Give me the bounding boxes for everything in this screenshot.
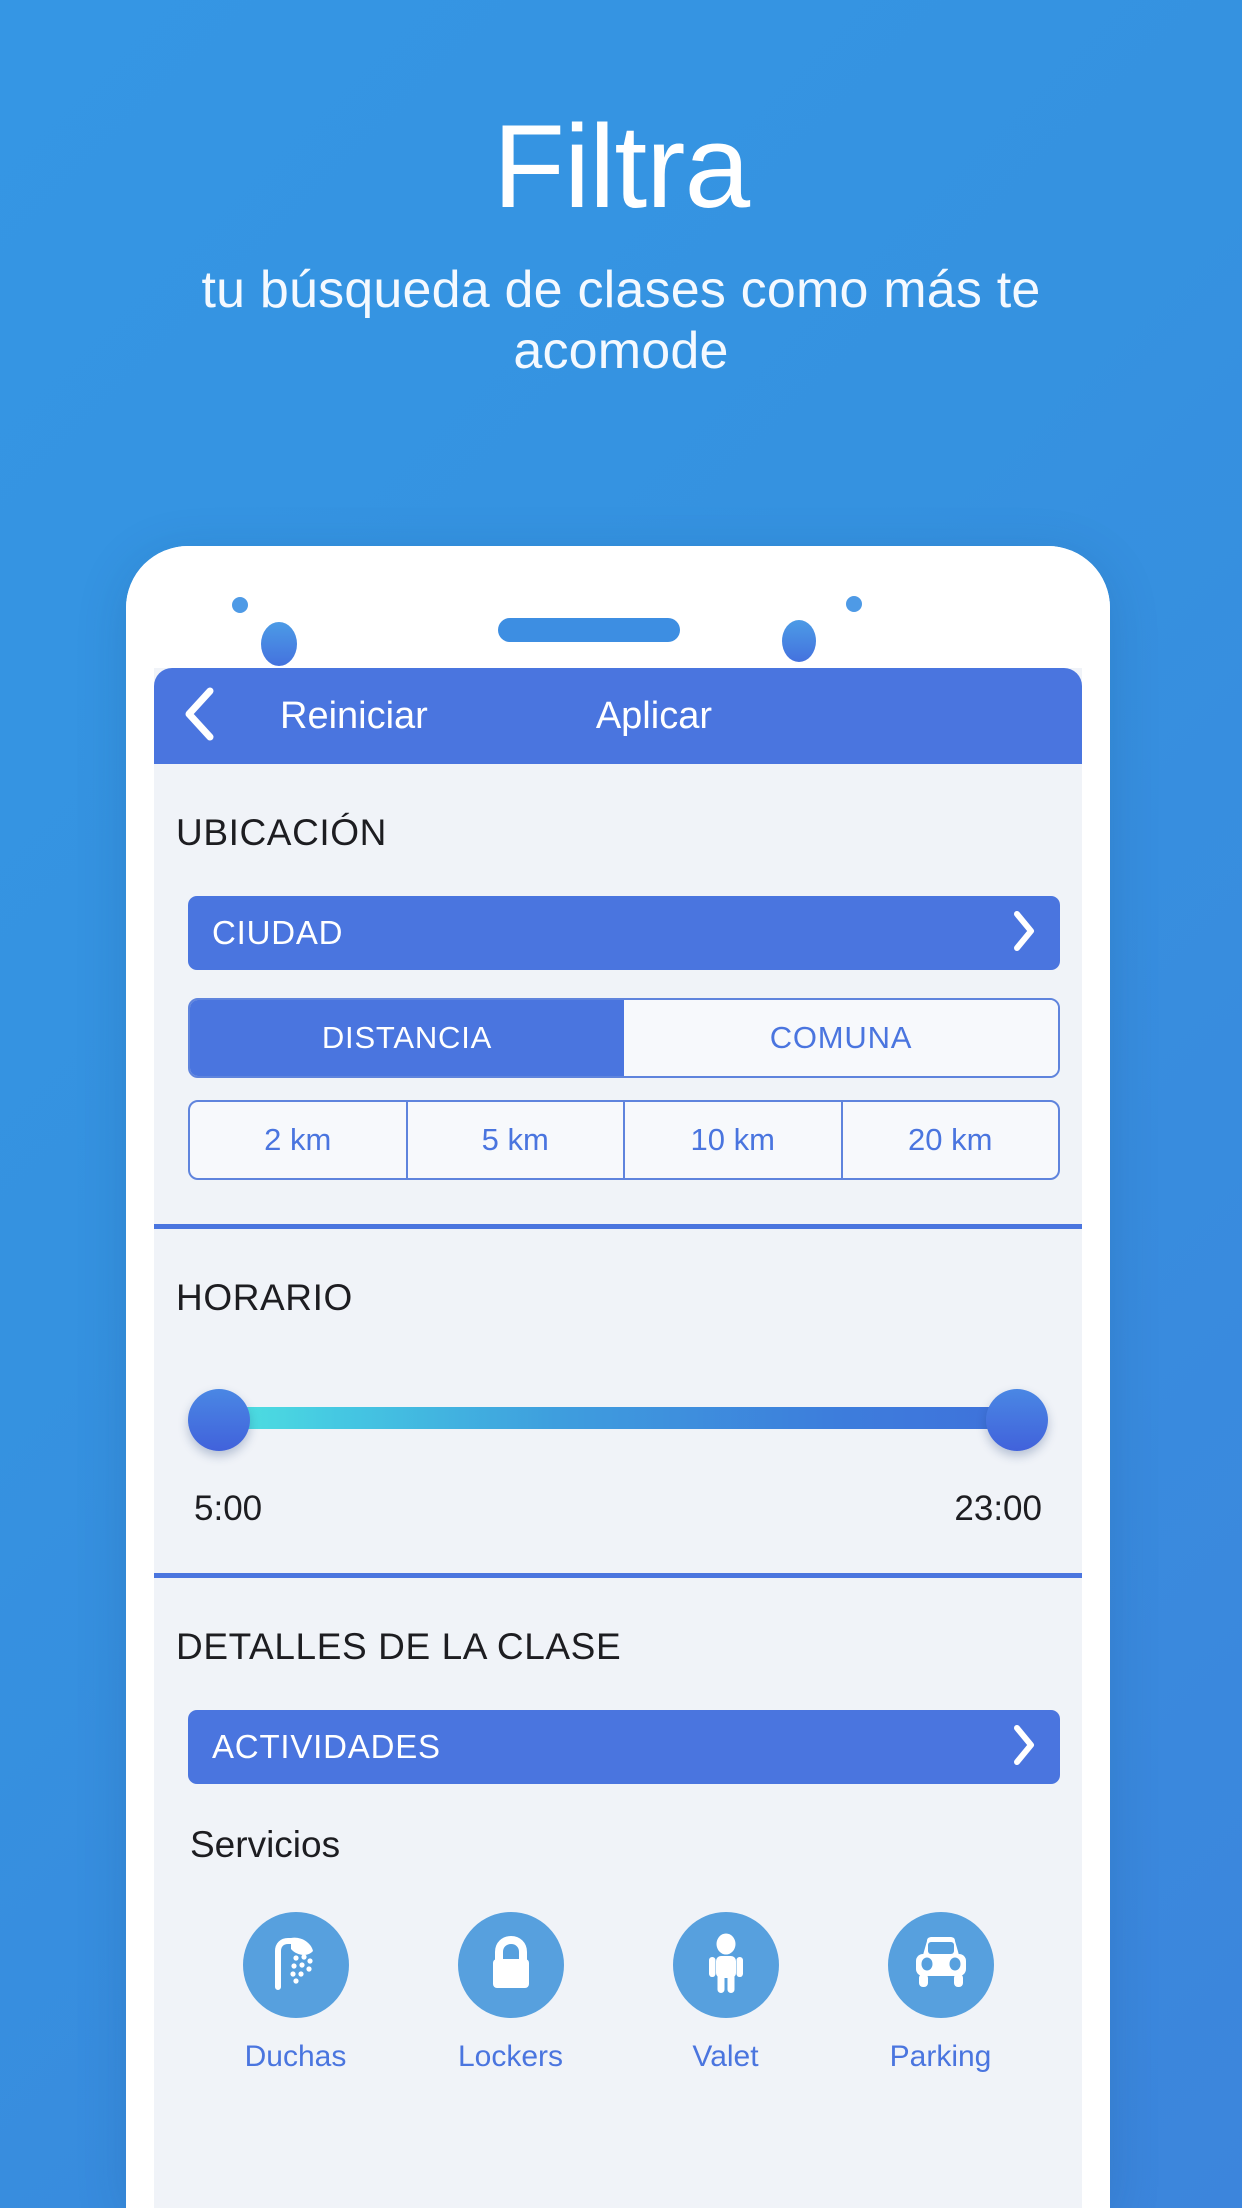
activities-selector-label: ACTIVIDADES	[212, 1728, 441, 1765]
time-range-slider[interactable]	[188, 1381, 1048, 1457]
lock-icon	[480, 1932, 542, 1999]
chevron-left-icon	[182, 686, 216, 747]
section-location: UBICACIÓN CIUDAD DISTANCIA COMUNA 2 km 5…	[154, 764, 1082, 1224]
service-item-valet[interactable]: Valet	[618, 1912, 833, 2074]
lock-icon-circle	[457, 1912, 564, 2018]
tab-comuna[interactable]: COMUNA	[624, 1000, 1058, 1076]
location-section-title: UBICACIÓN	[176, 812, 387, 853]
service-label-parking: Parking	[889, 2040, 992, 2073]
speaker-grille	[498, 618, 680, 642]
service-label-lockers: Lockers	[457, 2040, 564, 2073]
camera-dot-left	[261, 622, 297, 666]
phone-mockup: Reiniciar Aplicar UBICACIÓN CIUDAD DISTA…	[126, 546, 1110, 2208]
tab-distancia[interactable]: DISTANCIA	[190, 1000, 624, 1076]
car-icon	[908, 1933, 974, 1998]
sensor-dot-small-left	[232, 597, 248, 613]
shower-icon-circle	[242, 1912, 349, 2018]
distance-option-5km[interactable]: 5 km	[408, 1102, 625, 1178]
page-subtitle: tu búsqueda de clases como más te acomod…	[201, 261, 1041, 381]
person-icon-circle	[672, 1912, 779, 2018]
phone-bezel	[126, 546, 1110, 668]
service-item-duchas[interactable]: Duchas	[188, 1912, 403, 2074]
chevron-right-icon	[1012, 1724, 1036, 1771]
location-mode-tabs: DISTANCIA COMUNA	[188, 998, 1060, 1078]
car-icon-circle	[887, 1912, 994, 2018]
promo-header: Filtra tu búsqueda de clases como más te…	[0, 0, 1242, 383]
app-bar-actions: Reiniciar Aplicar	[234, 695, 1082, 738]
reset-button[interactable]: Reiniciar	[280, 695, 428, 738]
time-start-label: 5:00	[194, 1489, 263, 1528]
services-label: Servicios	[190, 1824, 341, 1865]
distance-option-20km[interactable]: 20 km	[843, 1102, 1059, 1178]
back-button[interactable]	[164, 686, 234, 747]
distance-options: 2 km 5 km 10 km 20 km	[188, 1100, 1060, 1180]
schedule-section-title: HORARIO	[176, 1277, 353, 1318]
app-bar: Reiniciar Aplicar	[154, 668, 1082, 764]
slider-track	[228, 1407, 1008, 1429]
slider-handle-start[interactable]	[188, 1389, 250, 1451]
person-icon	[697, 1932, 755, 1999]
sensor-dot-small-right	[846, 596, 862, 612]
section-schedule: HORARIO 5:00 23:00	[154, 1229, 1082, 1573]
service-label-valet: Valet	[692, 2040, 759, 2073]
city-selector-button[interactable]: CIUDAD	[188, 896, 1060, 970]
apply-button[interactable]: Aplicar	[596, 695, 712, 738]
chevron-right-icon	[1012, 910, 1036, 957]
service-label-duchas: Duchas	[244, 2040, 347, 2073]
shower-icon	[264, 1931, 328, 2000]
activities-selector-button[interactable]: ACTIVIDADES	[188, 1710, 1060, 1784]
class-details-section-title: DETALLES DE LA CLASE	[176, 1626, 622, 1667]
time-end-label: 23:00	[954, 1489, 1042, 1528]
service-item-parking[interactable]: Parking	[833, 1912, 1048, 2074]
camera-dot-right	[782, 620, 816, 662]
service-item-lockers[interactable]: Lockers	[403, 1912, 618, 2074]
phone-screen: Reiniciar Aplicar UBICACIÓN CIUDAD DISTA…	[154, 668, 1082, 2208]
services-list: Duchas Lockers Valet Parking	[188, 1912, 1048, 2074]
slider-handle-end[interactable]	[986, 1389, 1048, 1451]
distance-option-2km[interactable]: 2 km	[190, 1102, 408, 1178]
location-section-spacer	[154, 1180, 1082, 1224]
section-class-details: DETALLES DE LA CLASE ACTIVIDADES Servici…	[154, 1578, 1082, 2074]
city-selector-label: CIUDAD	[212, 914, 344, 951]
page-title: Filtra	[492, 101, 750, 233]
schedule-section-spacer	[154, 1529, 1082, 1573]
distance-option-10km[interactable]: 10 km	[625, 1102, 843, 1178]
time-range-labels: 5:00 23:00	[194, 1489, 1042, 1529]
